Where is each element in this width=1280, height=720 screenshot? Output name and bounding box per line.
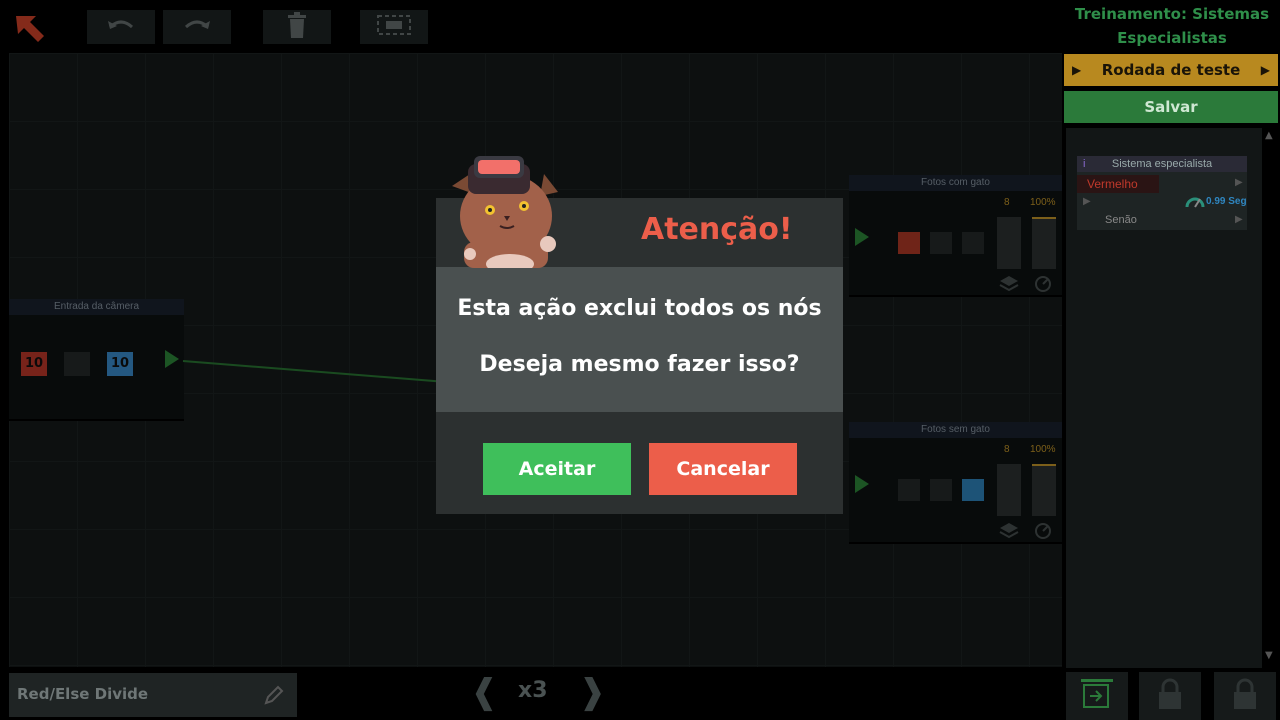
output-port-icon[interactable]: ▶ bbox=[1235, 214, 1243, 225]
export-icon bbox=[1080, 677, 1114, 715]
edit-pencil-icon[interactable] bbox=[263, 684, 285, 710]
card-title: Sistema especialista bbox=[1111, 158, 1213, 170]
test-run-button[interactable]: ▶ Rodada de teste ▶ bbox=[1064, 54, 1278, 86]
scrollbar[interactable]: ▲ ▼ bbox=[1264, 128, 1276, 668]
export-slot[interactable] bbox=[1066, 672, 1128, 720]
play-icon: ▶ bbox=[1072, 63, 1082, 77]
lock-icon bbox=[1157, 678, 1183, 714]
scroll-down-icon[interactable]: ▼ bbox=[1265, 650, 1273, 661]
scroll-up-icon[interactable]: ▲ bbox=[1265, 130, 1273, 141]
test-run-label: Rodada de teste bbox=[1101, 61, 1241, 79]
dialog-body: Esta ação exclui todos os nós Deseja mes… bbox=[436, 267, 843, 412]
condition-label: Vermelho bbox=[1087, 177, 1138, 191]
speed-selector: ❰ x3 ❱ bbox=[470, 672, 607, 712]
speed-gauge-icon bbox=[1185, 194, 1205, 213]
output-port-icon[interactable]: ▶ bbox=[1235, 177, 1243, 188]
speed-up-icon[interactable]: ❱ bbox=[578, 672, 607, 712]
save-button[interactable]: Salvar bbox=[1064, 91, 1278, 123]
locked-slot bbox=[1214, 672, 1276, 720]
lesson-title: Treinamento: Sistemas Especialistas bbox=[1074, 5, 1270, 47]
info-icon[interactable]: i bbox=[1083, 156, 1085, 172]
locked-slot bbox=[1139, 672, 1201, 720]
dialog-footer: Aceitar Cancelar bbox=[436, 412, 843, 514]
input-port-icon[interactable]: ▶ bbox=[1083, 196, 1091, 207]
play-icon: ▶ bbox=[1260, 63, 1270, 77]
accept-button[interactable]: Aceitar bbox=[483, 443, 631, 495]
dialog-title: Atenção! bbox=[641, 212, 793, 247]
expert-system-card[interactable]: i Sistema especialista Vermelho ▶ ▶ 0.99… bbox=[1077, 156, 1247, 230]
cancel-button[interactable]: Cancelar bbox=[649, 443, 797, 495]
program-name: Red/Else Divide bbox=[17, 685, 149, 703]
speed-value: x3 bbox=[518, 678, 548, 703]
dialog-question: Deseja mesmo fazer isso? bbox=[479, 352, 800, 377]
dialog-message: Esta ação exclui todos os nós bbox=[457, 296, 822, 321]
cat-mascot-icon bbox=[448, 146, 568, 274]
else-label: Senão bbox=[1105, 214, 1137, 226]
lock-icon bbox=[1232, 678, 1258, 714]
speed-label: 0.99 Seg bbox=[1206, 196, 1247, 207]
speed-down-icon[interactable]: ❰ bbox=[470, 672, 499, 712]
